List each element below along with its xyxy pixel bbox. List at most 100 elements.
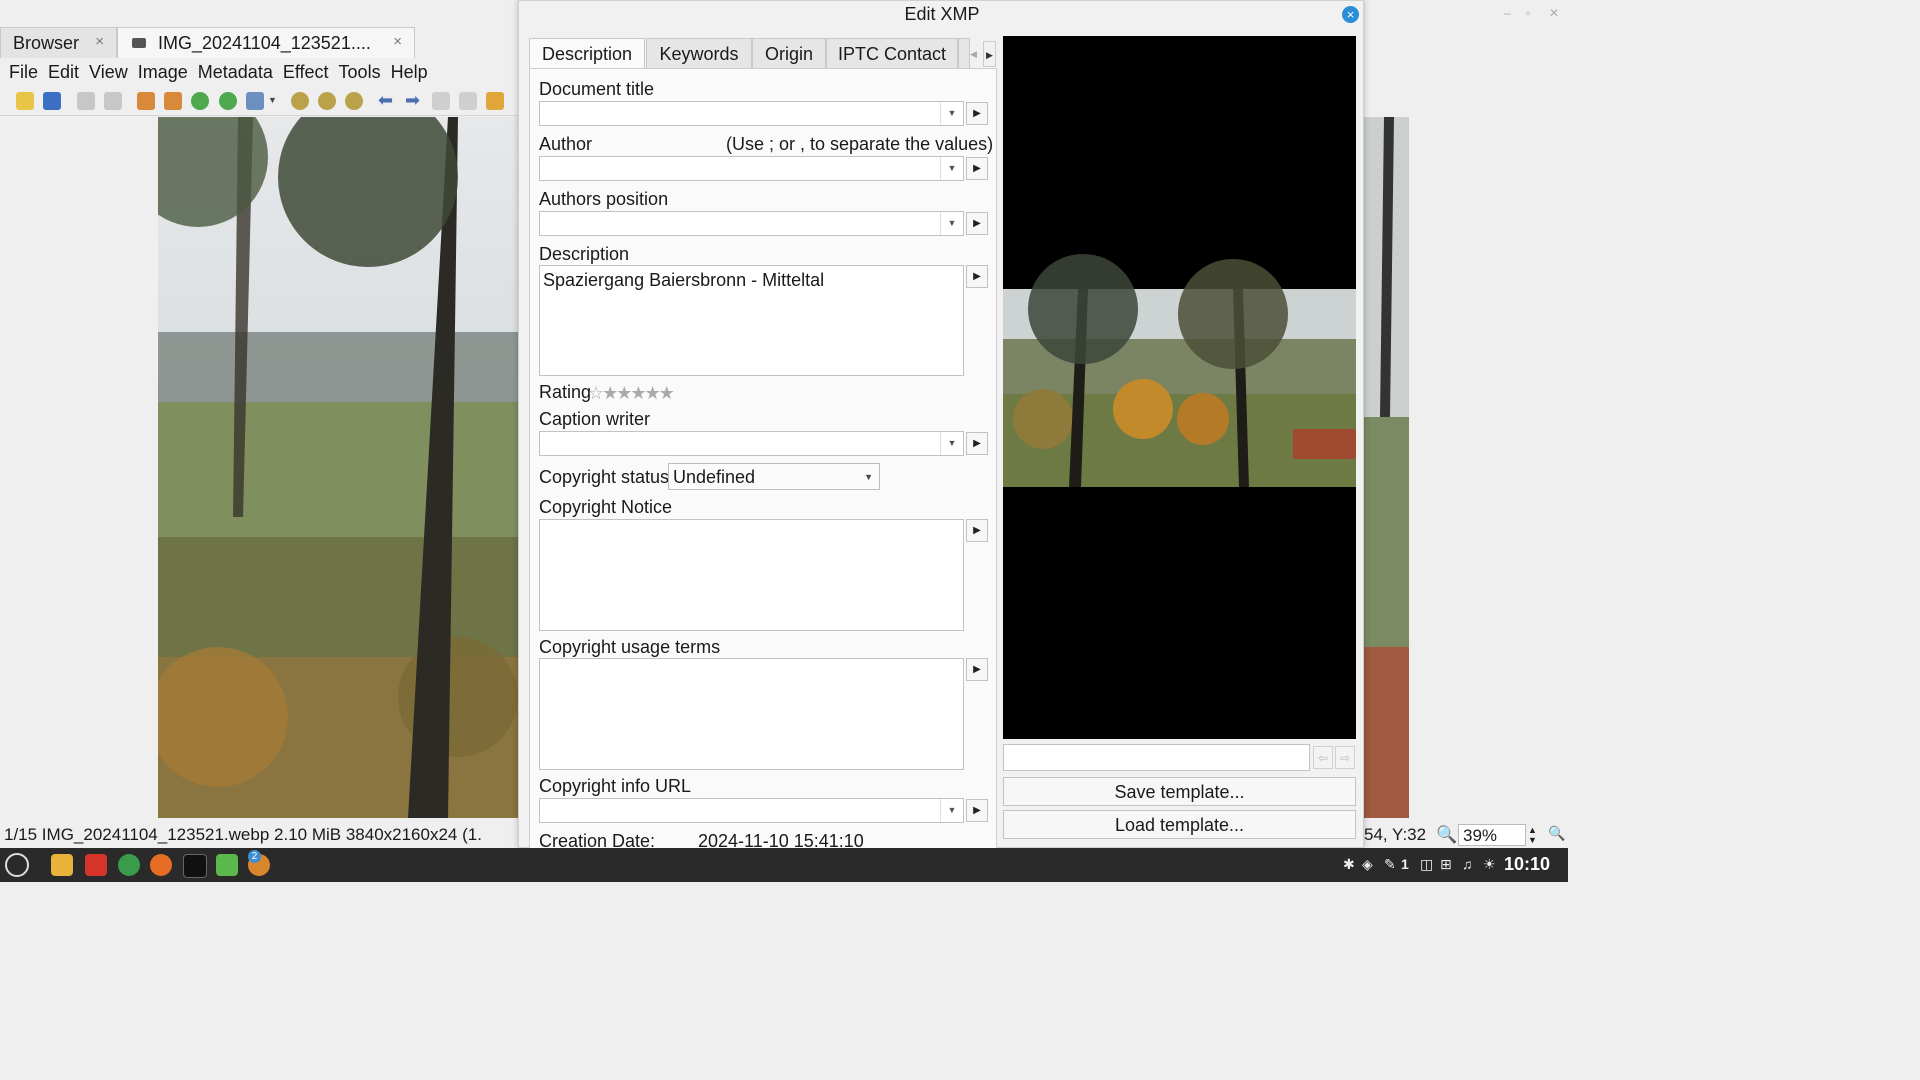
document-title-combo[interactable]: ▼: [539, 101, 964, 126]
tab-browser-close-icon[interactable]: ×: [95, 33, 104, 50]
menu-edit[interactable]: Edit: [48, 62, 79, 83]
zoom-fit-icon[interactable]: [318, 92, 336, 110]
taskbar: 2 ✱ ◈ ✎ 1 ◫ ⊞ ♫ ☀ 10:10: [0, 848, 1568, 882]
zoom-stepper-icon[interactable]: ▲ ▼: [1528, 825, 1537, 845]
zoom-in-small-icon[interactable]: 🔍: [1548, 825, 1565, 842]
save-template-button[interactable]: Save template...: [1003, 777, 1356, 806]
tab-origin[interactable]: Origin: [752, 38, 826, 69]
tab-keywords[interactable]: Keywords: [646, 38, 752, 69]
sound-icon[interactable]: ♫: [1462, 856, 1473, 872]
save-icon[interactable]: [43, 92, 61, 110]
tab-iptc-contact[interactable]: IPTC Contact: [826, 38, 958, 69]
arrow-right-icon[interactable]: ➡: [405, 90, 420, 111]
bluetooth-icon[interactable]: ✱: [1343, 856, 1355, 873]
clock[interactable]: 10:10: [1504, 854, 1550, 875]
chevron-down-icon[interactable]: ▼: [268, 95, 277, 105]
update-icon[interactable]: ✎: [1384, 856, 1396, 873]
description-more-button[interactable]: ▶: [966, 265, 988, 288]
menu-image[interactable]: Image: [138, 62, 188, 83]
template-prev-icon[interactable]: ⇦: [1313, 746, 1333, 769]
document-title-label: Document title: [539, 79, 655, 99]
rating-stars[interactable]: ☆★★★★★: [588, 383, 675, 404]
zoom-input[interactable]: 39%: [1458, 824, 1526, 846]
menu-view[interactable]: View: [89, 62, 128, 83]
document-title-more-button[interactable]: ▶: [966, 102, 988, 125]
load-template-button[interactable]: Load template...: [1003, 810, 1356, 839]
arrow-left-icon[interactable]: ⬅: [378, 90, 393, 111]
rotate-left-icon[interactable]: [191, 92, 209, 110]
close-window-icon[interactable]: ✕: [1549, 6, 1559, 20]
chevron-down-icon[interactable]: ▼: [940, 102, 963, 125]
slideshow-icon[interactable]: [246, 92, 264, 110]
tab-scroll-right-icon[interactable]: ▶: [983, 41, 996, 67]
main-image: [158, 117, 518, 818]
menu-effect[interactable]: Effect: [283, 62, 329, 83]
template-next-icon[interactable]: ⇨: [1335, 746, 1355, 769]
caption-writer-combo[interactable]: ▼: [539, 431, 964, 456]
open-folder-icon[interactable]: [16, 92, 34, 110]
template-input[interactable]: [1003, 744, 1310, 771]
chevron-down-icon[interactable]: ▼: [864, 464, 873, 490]
chevron-down-icon[interactable]: ▼: [940, 157, 963, 180]
resize-icon[interactable]: [164, 92, 182, 110]
description-value: Spaziergang Baiersbronn - Mitteltal: [543, 270, 825, 290]
menu-tools[interactable]: Tools: [339, 62, 381, 83]
copyright-status-label: Copyright status: [539, 467, 670, 487]
description-textarea[interactable]: Spaziergang Baiersbronn - Mitteltal: [539, 265, 964, 376]
maximize-icon[interactable]: ▫: [1526, 6, 1530, 20]
copyright-notice-more-button[interactable]: ▶: [966, 519, 988, 542]
copyright-usage-more-button[interactable]: ▶: [966, 658, 988, 681]
terminal-icon[interactable]: [183, 854, 207, 878]
author-label: Author: [539, 134, 593, 154]
fullscreen-icon[interactable]: [486, 92, 504, 110]
minimize-icon[interactable]: –: [1504, 6, 1511, 20]
chevron-down-icon[interactable]: ▼: [940, 212, 963, 235]
files-icon[interactable]: [51, 854, 73, 876]
zoom-out-small-icon[interactable]: 🔍: [1436, 825, 1457, 845]
tab-image-close-icon[interactable]: ×: [393, 33, 402, 50]
xnview-icon[interactable]: [85, 854, 107, 876]
copyright-status-value: Undefined: [673, 467, 756, 487]
first-image-icon[interactable]: [432, 92, 450, 110]
copyright-url-more-button[interactable]: ▶: [966, 799, 988, 822]
authors-position-more-button[interactable]: ▶: [966, 212, 988, 235]
dialog-close-icon[interactable]: ×: [1342, 6, 1359, 23]
caption-writer-more-button[interactable]: ▶: [966, 432, 988, 455]
tab-scroll-left-icon[interactable]: ◀: [970, 41, 983, 67]
copyright-url-combo[interactable]: ▼: [539, 798, 964, 823]
tab-description[interactable]: Description: [529, 38, 645, 71]
menu-bar: File Edit View Image Metadata Effect Too…: [0, 58, 518, 86]
firefox-icon[interactable]: [150, 854, 172, 876]
menu-file[interactable]: File: [9, 62, 38, 83]
tab-image[interactable]: IMG_20241104_123521.... ×: [117, 27, 415, 58]
rotate-right-icon[interactable]: [219, 92, 237, 110]
menu-help[interactable]: Help: [391, 62, 428, 83]
tab-browser[interactable]: Browser ×: [0, 27, 117, 58]
copyright-usage-label: Copyright usage terms: [539, 637, 721, 657]
zoom-out-icon[interactable]: [291, 92, 309, 110]
app-green-icon[interactable]: [216, 854, 238, 876]
redo-icon[interactable]: [104, 92, 122, 110]
shield-icon[interactable]: ◈: [1362, 856, 1373, 873]
chrome-icon[interactable]: [118, 854, 140, 876]
copyright-notice-textarea[interactable]: [539, 519, 964, 631]
copyright-usage-textarea[interactable]: [539, 658, 964, 770]
authors-position-combo[interactable]: ▼: [539, 211, 964, 236]
last-image-icon[interactable]: [459, 92, 477, 110]
brightness-icon[interactable]: ☀: [1483, 856, 1496, 873]
zoom-in-icon[interactable]: [345, 92, 363, 110]
creation-date-label: Creation Date:: [539, 831, 656, 849]
display-icon[interactable]: ◫: [1420, 856, 1433, 873]
network-icon[interactable]: ⊞: [1440, 856, 1452, 873]
author-more-button[interactable]: ▶: [966, 157, 988, 180]
copyright-status-select[interactable]: Undefined ▼: [668, 463, 880, 490]
undo-icon[interactable]: [77, 92, 95, 110]
mint-menu-icon[interactable]: [5, 853, 29, 877]
chevron-down-icon[interactable]: ▼: [940, 799, 963, 822]
caption-writer-label: Caption writer: [539, 409, 651, 429]
chevron-down-icon[interactable]: ▼: [940, 432, 963, 455]
author-combo[interactable]: ▼: [539, 156, 964, 181]
workspace-indicator[interactable]: 1: [1401, 856, 1409, 872]
crop-icon[interactable]: [137, 92, 155, 110]
menu-metadata[interactable]: Metadata: [198, 62, 273, 83]
